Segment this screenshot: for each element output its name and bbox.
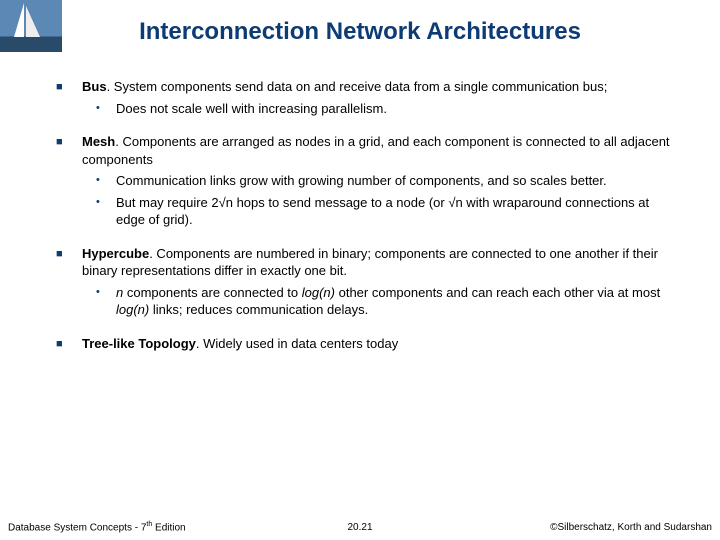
- bullet-text: Mesh. Components are arranged as nodes i…: [82, 134, 670, 167]
- subbullet-icon: •: [96, 194, 116, 229]
- slide-title: Interconnection Network Architectures: [0, 18, 720, 46]
- bullet-icon: ■: [56, 245, 82, 321]
- bullet-icon: ■: [56, 133, 82, 231]
- footer-right: ©Silberschatz, Korth and Sudarshan: [550, 522, 712, 533]
- subbullet-icon: •: [96, 100, 116, 118]
- subbullet-text: Does not scale well with increasing para…: [116, 100, 674, 118]
- bullet-text: Tree-like Topology. Widely used in data …: [82, 336, 398, 351]
- subbullet-icon: •: [96, 284, 116, 319]
- bullet-icon: ■: [56, 78, 82, 119]
- subbullet-icon: •: [96, 172, 116, 190]
- bullet-icon: ■: [56, 335, 82, 353]
- bullet-text: Hypercube. Components are numbered in bi…: [82, 246, 658, 279]
- subbullet-text: n components are connected to log(n) oth…: [116, 284, 674, 319]
- bullet-text: Bus. System components send data on and …: [82, 79, 607, 94]
- subbullet-text: Communication links grow with growing nu…: [116, 172, 674, 190]
- slide-body: ■ Bus. System components send data on an…: [56, 78, 674, 359]
- subbullet-text: But may require 2√n hops to send message…: [116, 194, 674, 229]
